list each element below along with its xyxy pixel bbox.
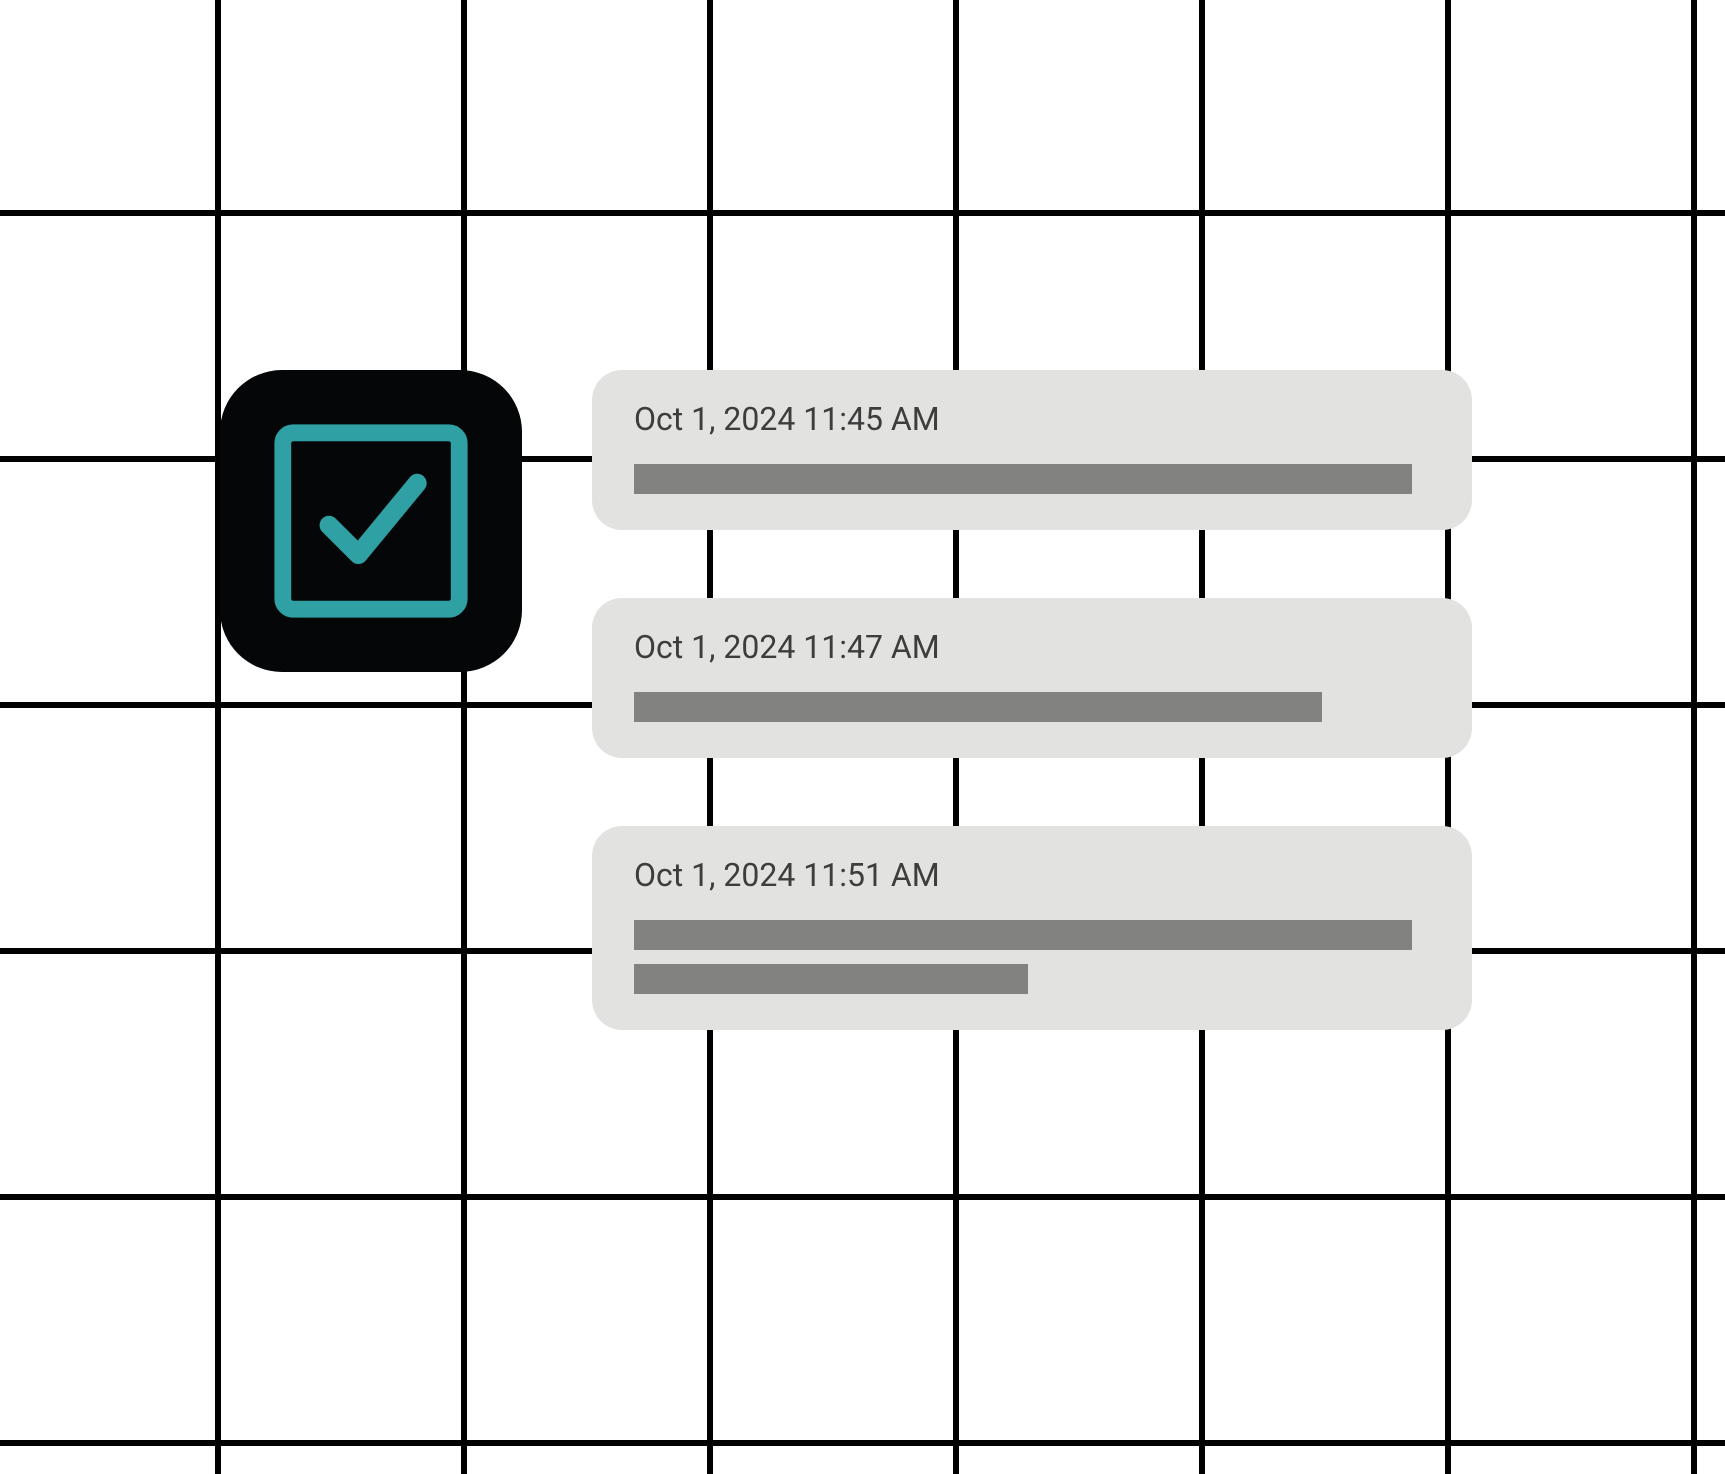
notification-timestamp: Oct 1, 2024 11:45 AM	[634, 400, 1430, 438]
notification-content-placeholder	[634, 464, 1430, 494]
notification-timestamp: Oct 1, 2024 11:51 AM	[634, 856, 1430, 894]
notification-list: Oct 1, 2024 11:45 AM Oct 1, 2024 11:47 A…	[592, 370, 1472, 1030]
notification-content-placeholder	[634, 692, 1430, 722]
notification-timestamp: Oct 1, 2024 11:47 AM	[634, 628, 1430, 666]
content-container: Oct 1, 2024 11:45 AM Oct 1, 2024 11:47 A…	[220, 370, 1472, 1030]
notification-content-placeholder	[634, 920, 1430, 994]
content-bar	[634, 692, 1322, 722]
content-bar	[634, 464, 1412, 494]
content-bar	[634, 920, 1412, 950]
notification-card[interactable]: Oct 1, 2024 11:45 AM	[592, 370, 1472, 530]
app-icon[interactable]	[220, 370, 522, 672]
notification-card[interactable]: Oct 1, 2024 11:51 AM	[592, 826, 1472, 1030]
checkbox-checked-icon	[266, 416, 476, 626]
notification-card[interactable]: Oct 1, 2024 11:47 AM	[592, 598, 1472, 758]
content-bar	[634, 964, 1028, 994]
